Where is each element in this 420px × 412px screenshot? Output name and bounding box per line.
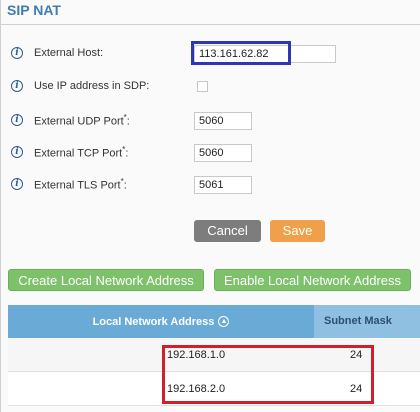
info-icon[interactable]: i [11, 178, 23, 190]
highlight-box [191, 41, 291, 65]
use-ip-sdp-label: Use IP address in SDP: [34, 80, 150, 92]
use-ip-sdp-checkbox[interactable] [197, 81, 208, 92]
divider [1, 24, 420, 25]
sip-nat-panel: SIP NAT i External Host: 113.161.62.82 i… [0, 0, 420, 412]
tcp-port-row: i External TCP Port*: [11, 142, 128, 162]
section-title: SIP NAT [7, 2, 61, 18]
enable-local-network-button[interactable]: Enable Local Network Address [214, 269, 411, 291]
info-icon[interactable]: i [11, 80, 23, 92]
udp-port-row: i External UDP Port*: [11, 110, 130, 130]
info-icon[interactable]: i [11, 146, 23, 158]
create-local-network-button[interactable]: Create Local Network Address [8, 269, 204, 291]
udp-port-input[interactable]: 5060 [194, 112, 252, 130]
tls-port-input[interactable]: 5061 [194, 176, 252, 194]
use-ip-sdp-row: i Use IP address in SDP: [11, 76, 149, 96]
sort-up-icon[interactable]: ▲ [218, 316, 230, 327]
column-header-network[interactable]: Local Network Address ▲ [8, 305, 314, 338]
tls-port-label: External TLS Port*: [34, 176, 127, 192]
cancel-button[interactable]: Cancel [194, 220, 261, 242]
tls-port-row: i External TLS Port*: [11, 174, 127, 194]
info-icon[interactable]: i [11, 114, 23, 126]
save-button[interactable]: Save [270, 220, 325, 242]
tcp-port-input[interactable]: 5060 [194, 144, 252, 162]
external-host-row: i External Host: [11, 43, 103, 63]
table-header: Local Network Address ▲ Subnet Mask [8, 305, 420, 338]
tcp-port-label: External TCP Port*: [34, 144, 129, 160]
highlight-box [162, 345, 374, 404]
external-host-label: External Host: [34, 47, 104, 59]
udp-port-label: External UDP Port*: [34, 112, 130, 128]
column-header-network-label: Local Network Address [92, 315, 215, 328]
info-icon[interactable]: i [11, 47, 23, 59]
column-header-mask[interactable]: Subnet Mask [314, 305, 420, 338]
